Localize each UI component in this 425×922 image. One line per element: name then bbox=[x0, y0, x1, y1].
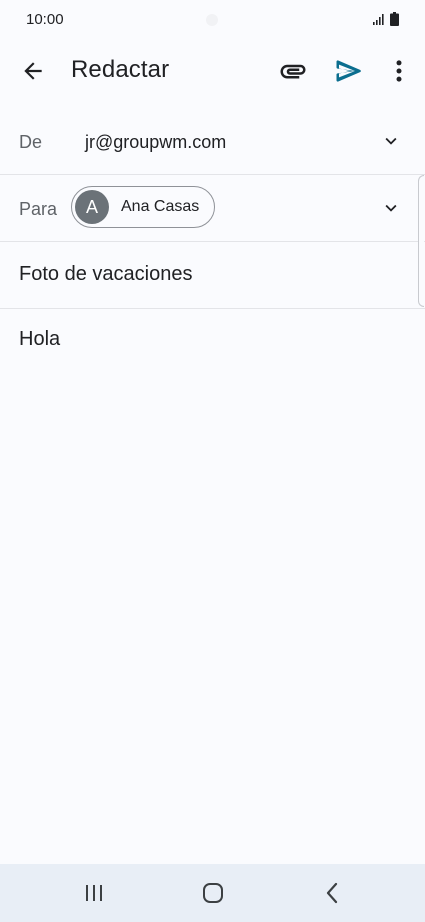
recents-icon[interactable] bbox=[82, 881, 106, 905]
recipient-chip[interactable]: A Ana Casas bbox=[71, 186, 215, 228]
back-icon[interactable] bbox=[320, 880, 346, 906]
battery-icon bbox=[390, 12, 399, 26]
to-label: Para bbox=[19, 199, 58, 219]
compose-screen: 10:00 Redactar De jr@groupwm.com Para A … bbox=[0, 0, 425, 922]
app-bar: Redactar bbox=[0, 40, 425, 100]
avatar: A bbox=[75, 190, 109, 224]
home-icon[interactable] bbox=[200, 880, 226, 906]
body-field[interactable]: Hola bbox=[0, 309, 425, 859]
from-label: De bbox=[19, 132, 43, 152]
navigation-bar bbox=[0, 864, 425, 922]
paperclip-icon[interactable] bbox=[278, 56, 308, 86]
subject-field[interactable]: Foto de vacaciones bbox=[0, 242, 425, 308]
front-camera bbox=[206, 14, 218, 26]
page-title: Redactar bbox=[71, 56, 170, 83]
status-time: 10:00 bbox=[26, 11, 64, 28]
subject-text: Foto de vacaciones bbox=[19, 263, 193, 285]
body-text: Hola bbox=[19, 328, 61, 350]
status-bar: 10:00 bbox=[0, 0, 425, 40]
from-address[interactable]: jr@groupwm.com bbox=[85, 132, 226, 153]
send-icon[interactable] bbox=[334, 56, 364, 86]
chevron-down-icon[interactable] bbox=[380, 197, 402, 219]
more-vert-icon[interactable] bbox=[384, 56, 414, 86]
chevron-down-icon[interactable] bbox=[380, 130, 402, 152]
recipient-name: Ana Casas bbox=[121, 198, 200, 215]
signal-icon bbox=[373, 14, 384, 25]
back-arrow-icon[interactable] bbox=[20, 58, 46, 84]
to-row: Para A Ana Casas bbox=[0, 175, 425, 241]
from-row: De jr@groupwm.com bbox=[0, 108, 425, 174]
